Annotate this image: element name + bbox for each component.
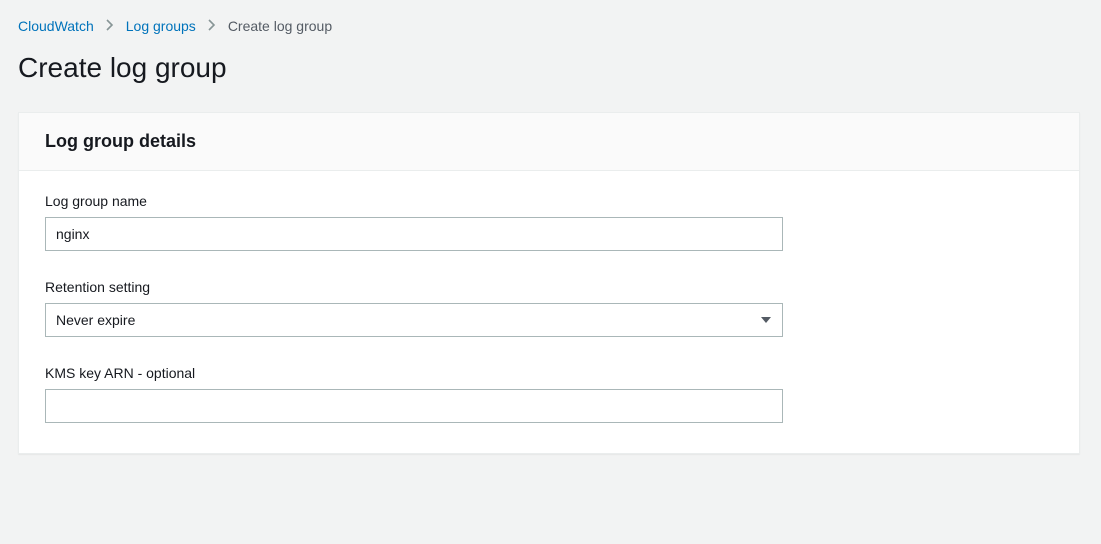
field-log-group-name: Log group name bbox=[45, 193, 1053, 251]
log-group-details-panel: Log group details Log group name Retenti… bbox=[18, 112, 1080, 454]
field-retention-setting: Retention setting Never expire bbox=[45, 279, 1053, 337]
panel-body: Log group name Retention setting Never e… bbox=[19, 171, 1079, 453]
chevron-right-icon bbox=[106, 18, 114, 34]
caret-down-icon bbox=[760, 314, 772, 326]
retention-setting-value: Never expire bbox=[56, 312, 135, 328]
retention-setting-select[interactable]: Never expire bbox=[45, 303, 783, 337]
panel-title: Log group details bbox=[45, 131, 1053, 152]
kms-key-arn-label: KMS key ARN - optional bbox=[45, 365, 1053, 381]
panel-header: Log group details bbox=[19, 113, 1079, 171]
page-title: Create log group bbox=[18, 52, 1083, 84]
field-kms-key-arn: KMS key ARN - optional bbox=[45, 365, 1053, 423]
retention-setting-label: Retention setting bbox=[45, 279, 1053, 295]
kms-key-arn-input[interactable] bbox=[45, 389, 783, 423]
log-group-name-input[interactable] bbox=[45, 217, 783, 251]
breadcrumb-link-cloudwatch[interactable]: CloudWatch bbox=[18, 18, 94, 34]
breadcrumb-current: Create log group bbox=[228, 18, 332, 34]
breadcrumb: CloudWatch Log groups Create log group bbox=[18, 18, 1083, 34]
chevron-right-icon bbox=[208, 18, 216, 34]
log-group-name-label: Log group name bbox=[45, 193, 1053, 209]
breadcrumb-link-log-groups[interactable]: Log groups bbox=[126, 18, 196, 34]
